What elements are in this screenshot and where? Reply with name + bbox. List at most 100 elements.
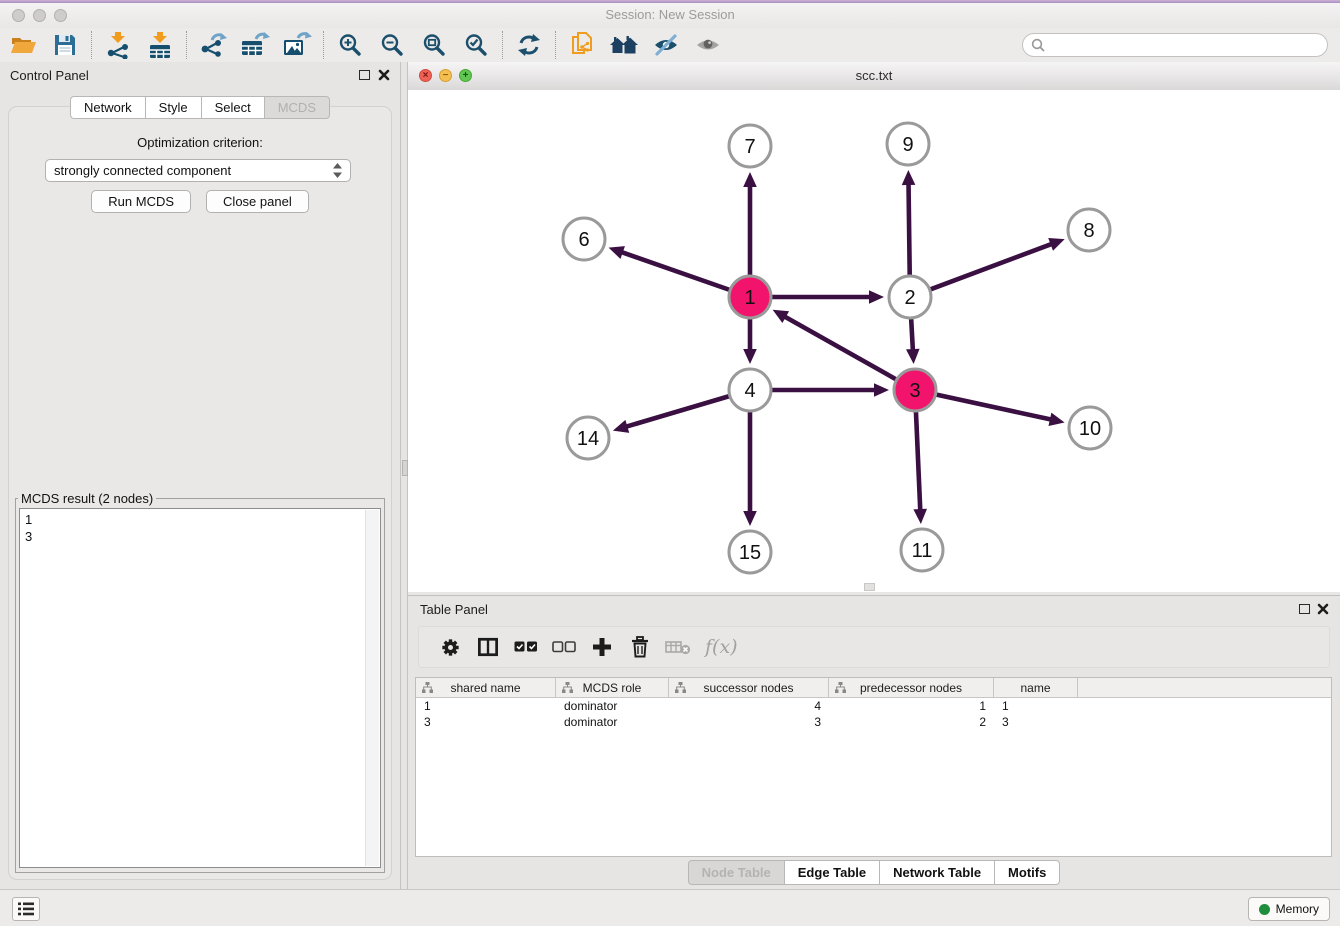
graph-edge-1-2[interactable]	[772, 290, 884, 304]
result-scrollbar[interactable]	[365, 510, 379, 866]
memory-button[interactable]: Memory	[1248, 897, 1330, 921]
criterion-select[interactable]: strongly connected component	[45, 159, 351, 182]
graph-node-4[interactable]: 4	[729, 369, 771, 411]
zoom-in-icon[interactable]	[335, 30, 365, 60]
export-table-icon[interactable]	[240, 30, 270, 60]
graph-edge-4-3[interactable]	[772, 383, 889, 397]
column-header-mcds-role[interactable]: MCDS role	[556, 678, 669, 697]
graph-edge-1-6[interactable]	[609, 246, 730, 290]
delete-column-icon[interactable]	[626, 633, 654, 661]
show-eye-icon[interactable]	[693, 30, 723, 60]
node-label: 2	[904, 287, 915, 309]
tab-edge-table[interactable]: Edge Table	[784, 860, 879, 885]
table-body: 1dominator4113dominator323	[416, 698, 1331, 730]
columns-icon[interactable]	[474, 633, 502, 661]
graph-node-10[interactable]: 10	[1069, 407, 1111, 449]
close-table-panel-icon[interactable]	[1317, 603, 1329, 615]
graph-edge-3-11[interactable]	[913, 412, 927, 524]
import-network-icon[interactable]	[103, 30, 133, 60]
network-window-titlebar[interactable]: × − + scc.txt	[408, 62, 1340, 91]
cell-shared-name[interactable]: 3	[416, 714, 556, 730]
deselect-all-icon[interactable]	[550, 633, 578, 661]
add-column-icon[interactable]	[588, 633, 616, 661]
close-panel-icon[interactable]	[378, 69, 390, 81]
hide-eye-icon[interactable]	[651, 30, 681, 60]
graph-edge-1-4[interactable]	[743, 319, 757, 364]
task-history-button[interactable]	[12, 897, 40, 921]
graph-edge-4-14[interactable]	[613, 396, 729, 433]
control-panel: Control Panel NetworkStyleSelectMCDS Opt…	[0, 62, 400, 890]
graph-node-1[interactable]: 1	[729, 276, 771, 318]
import-table-icon[interactable]	[145, 30, 175, 60]
cell-successor-nodes[interactable]: 3	[669, 714, 829, 730]
node-table[interactable]: shared nameMCDS rolesuccessor nodesprede…	[415, 677, 1332, 857]
run-mcds-button[interactable]: Run MCDS	[91, 190, 191, 213]
settings-gear-icon[interactable]	[436, 633, 464, 661]
column-header-predecessor-nodes[interactable]: predecessor nodes	[829, 678, 994, 697]
zoom-selected-icon[interactable]	[461, 30, 491, 60]
cell-mcds-role[interactable]: dominator	[556, 698, 669, 714]
export-network-icon[interactable]	[198, 30, 228, 60]
select-all-icon[interactable]	[512, 633, 540, 661]
graph-edge-3-1[interactable]	[773, 310, 896, 379]
graph-node-2[interactable]: 2	[889, 276, 931, 318]
cell-successor-nodes[interactable]: 4	[669, 698, 829, 714]
column-header-successor-nodes[interactable]: successor nodes	[669, 678, 829, 697]
network-file-icon[interactable]	[567, 30, 597, 60]
graph-node-3[interactable]: 3	[894, 369, 936, 411]
tab-motifs[interactable]: Motifs	[994, 860, 1060, 885]
function-builder-icon[interactable]: f(x)	[705, 636, 738, 658]
mcds-result-area[interactable]: 1 3	[19, 508, 381, 868]
graph-edge-2-8[interactable]	[931, 238, 1065, 289]
open-folder-icon[interactable]	[8, 30, 38, 60]
network-graph[interactable]: 1 2 3 4 6 7 8 9 10 11 14 15	[408, 90, 1340, 592]
export-image-icon[interactable]	[282, 30, 312, 60]
graph-edge-3-10[interactable]	[936, 395, 1064, 426]
network-resize-grip[interactable]	[864, 583, 875, 591]
table-toolbar: f(x)	[418, 626, 1330, 668]
graph-node-9[interactable]: 9	[887, 123, 929, 165]
cell-shared-name[interactable]: 1	[416, 698, 556, 714]
graph-node-6[interactable]: 6	[563, 218, 605, 260]
column-header-shared-name[interactable]: shared name	[416, 678, 556, 697]
table-row[interactable]: 3dominator323	[416, 714, 1331, 730]
tab-select[interactable]: Select	[201, 96, 264, 119]
network-window: × − + scc.txt 1 2 3 4 6 7 8 9 10 11 14 15	[408, 62, 1340, 592]
graph-node-7[interactable]: 7	[729, 125, 771, 167]
search-box[interactable]	[1022, 33, 1328, 57]
float-table-panel-icon[interactable]	[1299, 604, 1310, 614]
zoom-out-icon[interactable]	[377, 30, 407, 60]
refresh-icon[interactable]	[514, 30, 544, 60]
cell-name[interactable]: 1	[994, 698, 1078, 714]
cell-name[interactable]: 3	[994, 714, 1078, 730]
graph-node-11[interactable]: 11	[901, 529, 943, 571]
graph-node-8[interactable]: 8	[1068, 209, 1110, 251]
tab-mcds[interactable]: MCDS	[264, 96, 330, 119]
toolbar-separator	[186, 31, 187, 59]
tab-network[interactable]: Network	[70, 96, 145, 119]
graph-node-15[interactable]: 15	[729, 531, 771, 573]
delete-table-icon[interactable]	[664, 633, 692, 661]
node-label: 8	[1083, 220, 1094, 242]
graph-edge-2-3[interactable]	[906, 319, 920, 364]
tab-node-table[interactable]: Node Table	[688, 860, 784, 885]
panel-splitter[interactable]	[400, 62, 408, 890]
tab-network-table[interactable]: Network Table	[879, 860, 994, 885]
cell-predecessor-nodes[interactable]: 1	[829, 698, 994, 714]
graph-edge-2-9[interactable]	[902, 170, 916, 275]
graph-node-14[interactable]: 14	[567, 417, 609, 459]
close-panel-button[interactable]: Close panel	[206, 190, 309, 213]
tab-style[interactable]: Style	[145, 96, 201, 119]
cell-mcds-role[interactable]: dominator	[556, 714, 669, 730]
column-header-name[interactable]: name	[994, 678, 1078, 697]
network-canvas[interactable]: 1 2 3 4 6 7 8 9 10 11 14 15	[408, 90, 1340, 592]
cell-predecessor-nodes[interactable]: 2	[829, 714, 994, 730]
zoom-fit-icon[interactable]	[419, 30, 449, 60]
home-icon[interactable]	[609, 30, 639, 60]
table-row[interactable]: 1dominator411	[416, 698, 1331, 714]
float-panel-icon[interactable]	[359, 70, 370, 80]
graph-edge-4-15[interactable]	[743, 412, 757, 526]
search-input[interactable]	[1050, 37, 1319, 53]
save-icon[interactable]	[50, 30, 80, 60]
graph-edge-1-7[interactable]	[743, 172, 757, 275]
